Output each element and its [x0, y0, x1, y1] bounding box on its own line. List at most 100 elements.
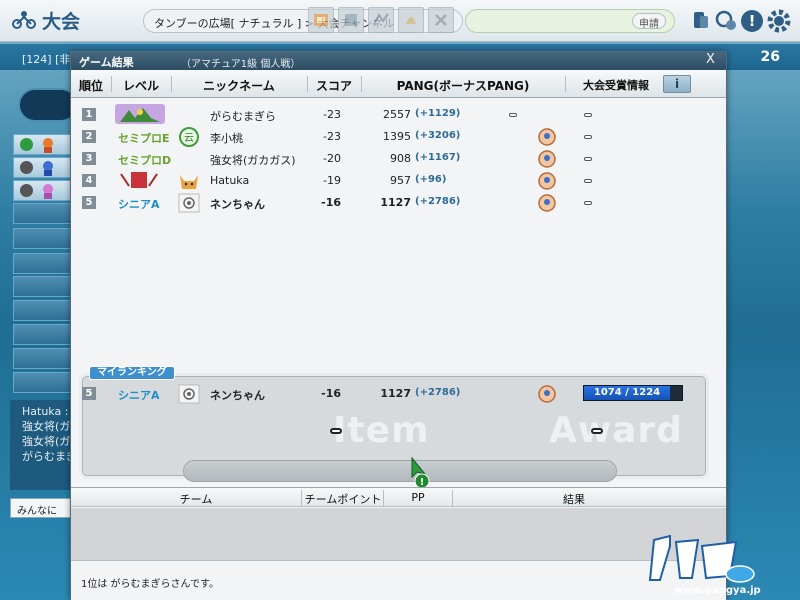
bonus-pang: (+2786) [415, 387, 461, 398]
award-info-none-icon [584, 201, 592, 205]
cat-avatar-icon [180, 175, 198, 189]
table-row[interactable]: 5 シニアA ネンちゃん -16 1127 (+2786) [71, 192, 726, 214]
rank-badge: 5 [82, 387, 96, 400]
nickname: 李小桃 [210, 132, 243, 145]
score: -16 [321, 387, 341, 400]
player-slot-3[interactable] [13, 180, 71, 201]
top-bar: 大会 タンブーの広場[ ナチュラル ] > 大会チャンネル 申請 ! [0, 0, 800, 42]
score: -23 [323, 130, 341, 143]
table-row[interactable]: 3 セミプロD 強女将(ガカガス) -20 908 (+1167) [71, 148, 726, 170]
app-title: 大会 [42, 11, 81, 33]
pang: 1395 [383, 130, 411, 143]
player-slot-7[interactable] [13, 276, 71, 297]
dialog-titlebar: ゲーム結果 （アマチュア1級 個人戦） X [71, 52, 726, 70]
table-row[interactable]: 2 セミプロE 云 李小桃 -23 1395 (+3206) [71, 126, 726, 148]
header-result: 結果 [563, 493, 585, 506]
header-rank: 順位 [78, 79, 103, 93]
results-table-header: 順位 レベル ニックネーム スコア PANG(ボーナスPANG) 大会受賞情報 … [71, 70, 726, 98]
player-slot-1[interactable] [13, 134, 71, 155]
award-medal-icon [538, 385, 556, 403]
chat-line: 強女将(ガ [22, 420, 71, 433]
award-info-none-icon [584, 113, 592, 117]
status-message: 1位は がらむまぎらさんです。 [81, 579, 220, 590]
award-medal-icon [538, 150, 556, 168]
pang: 2557 [383, 108, 411, 121]
users-icon[interactable] [714, 9, 738, 33]
nickname: Hatuka [210, 174, 250, 187]
status-icon [20, 161, 33, 174]
image-icon [314, 14, 328, 26]
my-ranking-tab[interactable]: マイランキング [89, 366, 175, 380]
room-label: [124] [非 [22, 53, 71, 66]
player-slot-6[interactable] [13, 253, 71, 274]
award-medal-icon [538, 172, 556, 190]
grid-icon [345, 14, 357, 26]
toolbar-button-4[interactable] [398, 7, 424, 33]
experience-bar: 1074 / 1224 [583, 385, 683, 401]
horizontal-scrollbar[interactable] [183, 460, 617, 482]
award-info-none-icon [584, 135, 592, 139]
info-button[interactable]: i [663, 75, 691, 93]
game-result-dialog: ゲーム結果 （アマチュア1級 個人戦） X 順位 レベル ニックネーム スコア … [70, 51, 727, 600]
question-icon[interactable]: ! [740, 9, 764, 33]
rank-badge: 2 [82, 130, 96, 143]
header-divider [111, 76, 112, 92]
pang: 1127 [380, 387, 411, 400]
guild-icon: 云 [179, 127, 199, 147]
rank-badge: 1 [82, 108, 96, 121]
table-row[interactable]: 1 がらむまぎら -23 2557 (+1129) [71, 104, 726, 126]
header-score: スコア [315, 79, 352, 93]
header-divider [565, 76, 566, 92]
close-icon [435, 14, 447, 26]
level-label: セミプロD [118, 154, 172, 167]
bonus-pang: (+1167) [415, 152, 461, 163]
award-none-icon [509, 113, 517, 117]
header-divider [307, 76, 308, 92]
player-slot-8[interactable] [13, 300, 71, 321]
player-slot-10[interactable] [13, 348, 71, 369]
round-count: 26 [760, 49, 780, 65]
trophy-icon[interactable] [688, 9, 712, 33]
score: -23 [323, 108, 341, 121]
rank-badge: 3 [82, 152, 96, 165]
close-button[interactable]: X [706, 52, 720, 68]
chat-line: がらむまぎ [22, 450, 72, 463]
player-slot-5[interactable] [13, 228, 71, 249]
score: -19 [323, 174, 341, 187]
chat-target-select[interactable]: みんなに [10, 498, 72, 518]
score: -20 [323, 152, 341, 165]
eye-avatar-icon [178, 384, 200, 404]
toolbar-button-5[interactable] [428, 7, 454, 33]
header-team: チーム [179, 493, 213, 506]
table-row[interactable]: 4 Hatuka -19 957 (+96) [71, 170, 726, 192]
chat-line: Hatuka : [22, 405, 69, 418]
player-slot-2[interactable] [13, 157, 71, 178]
player-slot-9[interactable] [13, 324, 71, 345]
toolbar-button-1[interactable] [308, 7, 334, 33]
header-team-point: チームポイント [304, 493, 382, 506]
item-watermark: Item [333, 410, 430, 451]
status-icon [20, 184, 33, 197]
svg-text:!: ! [749, 12, 756, 30]
nickname: ネンちゃん [210, 389, 265, 402]
level-label: シニアA [118, 198, 160, 211]
dialog-subtitle: （アマチュア1級 個人戦） [181, 59, 301, 70]
rank-badge: 4 [82, 174, 96, 187]
item-slot-icon [330, 428, 342, 434]
gear-icon[interactable] [767, 9, 791, 33]
header-divider [361, 76, 362, 92]
player-slot-4[interactable] [13, 203, 71, 224]
character-icon [43, 161, 53, 176]
apply-button[interactable]: 申請 [632, 13, 666, 30]
dialog-title: ゲーム結果 [79, 56, 134, 69]
pangya-logo [648, 534, 755, 583]
header-pang: PANG(ボーナスPANG) [396, 79, 530, 93]
toolbar-button-2[interactable] [338, 7, 364, 33]
player-slot-11[interactable] [13, 372, 71, 393]
score: -16 [321, 196, 341, 209]
rank-emblem-icon [120, 172, 158, 188]
nickname: ネンちゃん [210, 198, 265, 211]
toolbar-button-3[interactable] [368, 7, 394, 33]
status-bar: 1位は がらむまぎらさんです。 [71, 560, 726, 600]
chat-entry[interactable]: 申請 [465, 9, 675, 33]
